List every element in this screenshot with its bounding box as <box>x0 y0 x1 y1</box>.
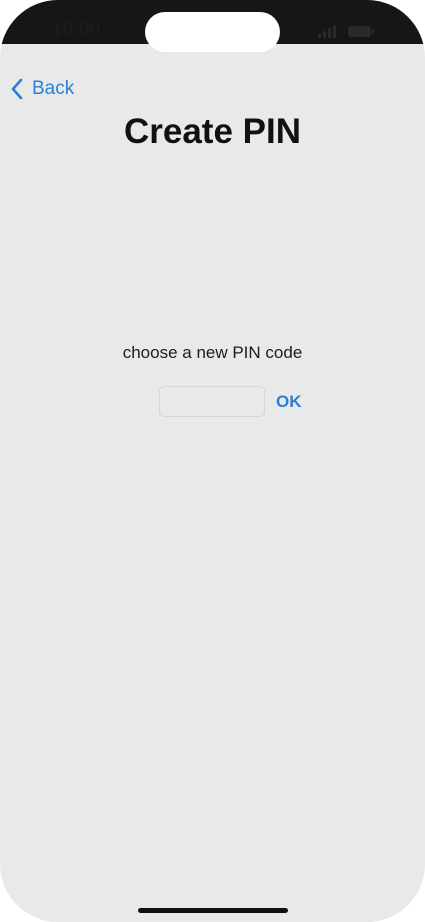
dynamic-island <box>145 12 280 52</box>
page-title: Create PIN <box>123 112 302 151</box>
phone-screen: 10:00 Back Create PIN choose a new PIN c… <box>0 0 425 922</box>
battery-icon <box>348 26 374 37</box>
status-bar: 10:00 <box>0 0 425 52</box>
pin-prompt: choose a new PIN code <box>122 343 303 362</box>
signal-bars-icon <box>318 25 340 38</box>
chevron-left-icon <box>11 78 23 100</box>
home-indicator[interactable] <box>138 908 288 913</box>
back-label: Back <box>32 78 75 99</box>
back-button[interactable]: Back <box>10 76 74 102</box>
ok-button[interactable]: OK <box>272 390 306 414</box>
pin-input[interactable] <box>159 386 265 417</box>
status-time: 10:00 <box>52 20 101 41</box>
